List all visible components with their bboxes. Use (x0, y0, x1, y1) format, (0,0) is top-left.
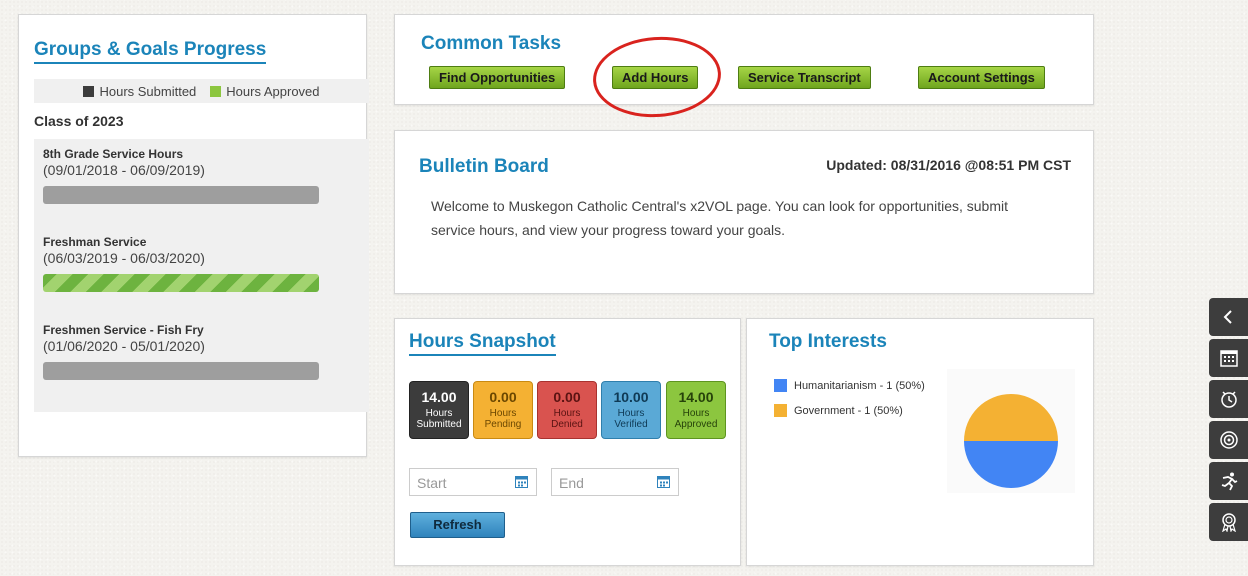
groups-title[interactable]: Groups & Goals Progress (34, 39, 267, 64)
goals-button[interactable] (1209, 421, 1248, 459)
tile-sublabel: Denied (551, 419, 583, 430)
legend-approved-label: Hours Approved (226, 83, 320, 99)
goal-progress-bar (43, 274, 319, 292)
clock-icon (1220, 391, 1237, 408)
start-placeholder: Start (417, 475, 447, 491)
groups-goals-panel: Groups & Goals Progress Hours Submitted … (18, 14, 369, 457)
bulletin-board-panel: Bulletin Board Updated: 08/31/2016 @08:5… (394, 130, 1094, 294)
interest-item: Government - 1 (50%) (774, 404, 925, 417)
goal-progress-bar (43, 362, 319, 380)
clock-button[interactable] (1209, 380, 1248, 418)
tile-value: 10.00 (613, 389, 649, 405)
goal-progress-bar (43, 186, 319, 204)
calendar-icon[interactable] (657, 475, 670, 488)
goal-name: Freshmen Service - Fish Fry (43, 323, 204, 337)
calendar-button[interactable] (1209, 339, 1248, 377)
start-date-input[interactable]: Start (409, 468, 537, 496)
bulletin-title: Bulletin Board (419, 156, 549, 177)
common-tasks-panel: Common Tasks Find Opportunities Add Hour… (394, 14, 1094, 105)
account-settings-button[interactable]: Account Settings (918, 66, 1045, 89)
common-tasks-title: Common Tasks (421, 33, 562, 54)
side-toolbar (1209, 298, 1248, 544)
tile-label: Hours (617, 408, 645, 419)
submitted-swatch (83, 85, 95, 97)
award-icon (1221, 513, 1236, 532)
pie-slice-humanitarianism (964, 441, 1058, 488)
end-date-input[interactable]: End (551, 468, 679, 496)
legend-approved: Hours Approved (210, 83, 320, 99)
activity-button[interactable] (1209, 462, 1248, 500)
interests-legend: Humanitarianism - 1 (50%) Government - 1… (774, 379, 925, 429)
add-hours-button[interactable]: Add Hours (612, 66, 699, 89)
goal-dates: (01/06/2020 - 05/01/2020) (43, 338, 205, 354)
collapse-toolbar-button[interactable] (1209, 298, 1248, 336)
progress-legend: Hours Submitted Hours Approved (34, 79, 369, 103)
calendar-icon (1219, 350, 1238, 367)
tile-value: 0.00 (489, 389, 517, 405)
chevron-left-icon (1223, 310, 1232, 324)
tile-label: Hours (425, 408, 453, 419)
interest-item: Humanitarianism - 1 (50%) (774, 379, 925, 392)
tile-pending: 0.00 Hours Pending (473, 381, 533, 439)
legend-submitted-label: Hours Submitted (99, 83, 197, 99)
goal-item[interactable]: Freshman Service (06/03/2019 - 06/03/202… (43, 235, 343, 292)
goals-list: 8th Grade Service Hours (09/01/2018 - 06… (34, 139, 369, 412)
goal-item[interactable]: 8th Grade Service Hours (09/01/2018 - 06… (43, 147, 343, 204)
top-interests-panel: Top Interests Humanitarianism - 1 (50%) … (746, 318, 1094, 566)
interest-swatch (774, 404, 787, 417)
end-placeholder: End (559, 475, 584, 491)
interests-pie-chart (947, 369, 1075, 493)
calendar-icon[interactable] (515, 475, 528, 488)
bulletin-text: Welcome to Muskegon Catholic Central's x… (431, 198, 1008, 238)
pie-slice-government (964, 394, 1058, 441)
goal-name: Freshman Service (43, 235, 147, 249)
hours-snapshot-panel: Hours Snapshot 14.00 Hours Submitted 0.0… (394, 318, 741, 566)
approved-swatch (210, 85, 222, 97)
bulletin-updated: Updated: 08/31/2016 @08:51 PM CST (826, 157, 1071, 173)
goal-name: 8th Grade Service Hours (43, 147, 184, 161)
tile-sublabel: Verified (614, 419, 648, 430)
awards-button[interactable] (1209, 503, 1248, 541)
find-opportunities-button[interactable]: Find Opportunities (429, 66, 566, 89)
service-transcript-button[interactable]: Service Transcript (738, 66, 871, 89)
tile-value: 0.00 (553, 389, 581, 405)
goal-dates: (06/03/2019 - 06/03/2020) (43, 250, 205, 266)
legend-submitted: Hours Submitted (83, 84, 196, 99)
tile-approved: 14.00 Hours Approved (666, 381, 726, 439)
tile-value: 14.00 (678, 389, 714, 405)
runner-icon (1221, 472, 1237, 491)
tile-value: 14.00 (421, 389, 457, 405)
refresh-button[interactable]: Refresh (410, 512, 505, 538)
tile-sublabel: Pending (484, 419, 522, 430)
snapshot-title[interactable]: Hours Snapshot (409, 331, 556, 356)
tile-sublabel: Submitted (416, 419, 462, 430)
tile-denied: 0.00 Hours Denied (537, 381, 597, 439)
goal-item[interactable]: Freshmen Service - Fish Fry (01/06/2020 … (43, 323, 343, 380)
tile-verified: 10.00 Hours Verified (601, 381, 661, 439)
class-label: Class of 2023 (34, 113, 124, 129)
tile-label: Hours (682, 408, 710, 419)
tile-submitted: 14.00 Hours Submitted (409, 381, 469, 439)
interest-swatch (774, 379, 787, 392)
interest-label: Humanitarianism - 1 (50%) (794, 379, 925, 392)
interests-title: Top Interests (769, 331, 887, 352)
tile-label: Hours (489, 408, 517, 419)
interest-label: Government - 1 (50%) (794, 404, 903, 417)
goal-dates: (09/01/2018 - 06/09/2019) (43, 162, 205, 178)
tile-sublabel: Approved (674, 419, 718, 430)
target-icon (1219, 431, 1238, 449)
tile-label: Hours (553, 408, 581, 419)
